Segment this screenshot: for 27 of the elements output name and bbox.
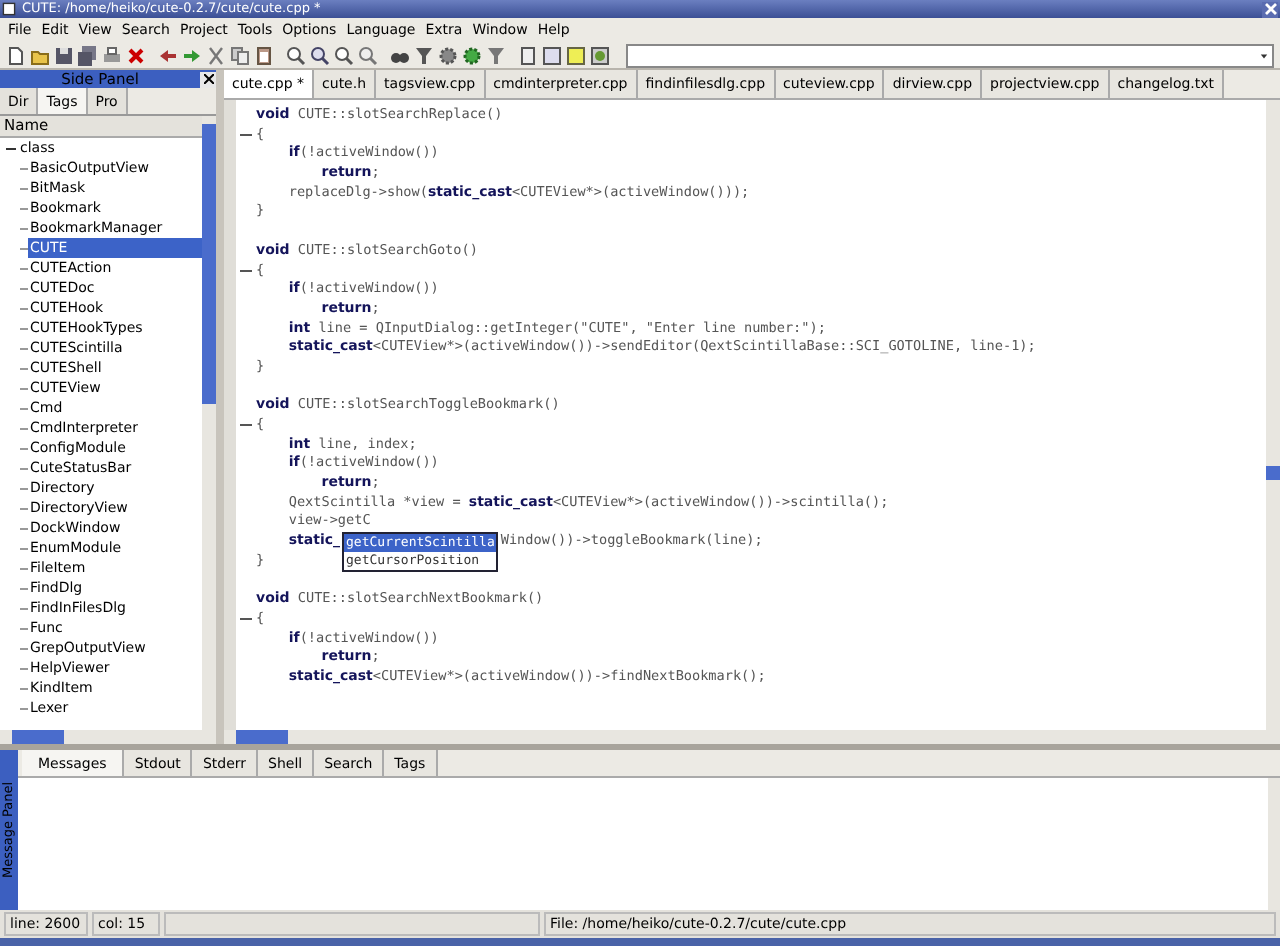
fold-marker-icon[interactable]: [240, 618, 252, 621]
cog-icon[interactable]: [462, 45, 482, 65]
clipboard-icon[interactable]: [254, 45, 274, 65]
printer-icon[interactable]: [102, 45, 122, 65]
fold-marker-icon[interactable]: [240, 269, 252, 272]
gear-icon[interactable]: [438, 45, 458, 65]
scroll-thumb[interactable]: [236, 730, 288, 744]
close-button[interactable]: [200, 71, 216, 87]
scroll-thumb[interactable]: [202, 124, 216, 404]
fold-marker-icon[interactable]: [240, 424, 252, 427]
scrollbar[interactable]: [202, 116, 216, 730]
disks-icon[interactable]: [78, 45, 98, 65]
magnifier-icon[interactable]: [286, 45, 306, 65]
fold-marker-icon[interactable]: [240, 134, 252, 137]
scroll-thumb[interactable]: [1266, 466, 1280, 480]
copy-icon[interactable]: [230, 45, 250, 65]
magnifier-icon[interactable]: [334, 45, 354, 65]
scrollbar[interactable]: [0, 730, 216, 744]
scrollbar[interactable]: [1266, 100, 1280, 730]
magnifier-icon[interactable]: [358, 45, 378, 65]
cross-icon[interactable]: [126, 45, 146, 65]
scroll-thumb[interactable]: [12, 730, 64, 744]
magnifier-icon[interactable]: [310, 45, 330, 65]
window-icon: [2, 2, 16, 16]
scrollbar[interactable]: [224, 730, 1280, 744]
left-arrow-icon[interactable]: [158, 45, 178, 65]
collapse-icon[interactable]: [6, 142, 18, 154]
